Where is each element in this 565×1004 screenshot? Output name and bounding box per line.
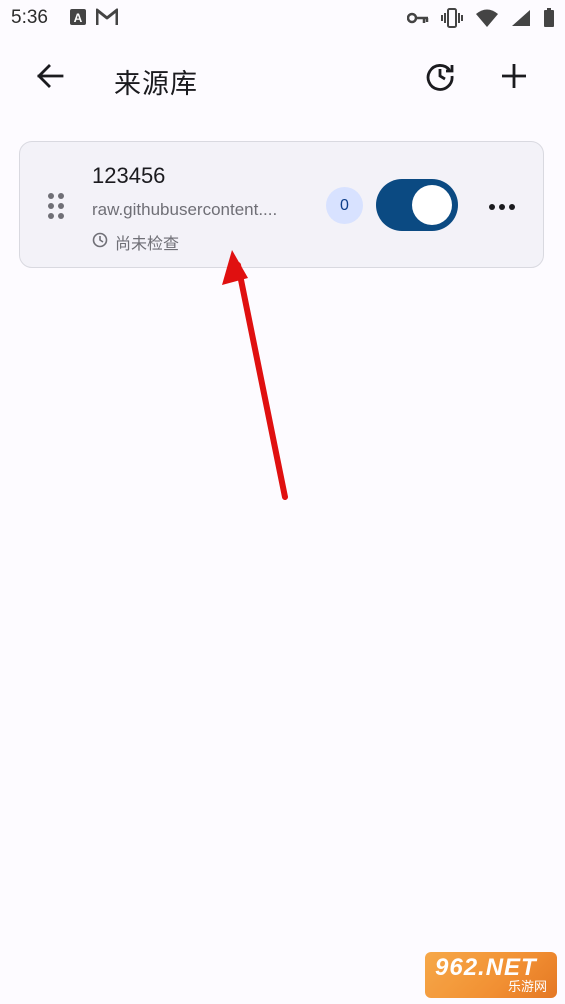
source-name: 123456 [92, 163, 166, 188]
watermark-bottom-text: 乐游网 [507, 980, 547, 995]
add-source-button[interactable] [490, 54, 538, 102]
back-button[interactable] [26, 54, 74, 102]
text-a-icon: A [70, 9, 86, 25]
page-title: 来源库 [114, 69, 198, 100]
status-left-icons: A [70, 8, 118, 26]
more-options-button[interactable] [480, 183, 524, 227]
source-status: 尚未检查 [92, 230, 179, 254]
gmail-icon [96, 8, 118, 26]
arrow-left-icon [36, 62, 64, 94]
app-bar: 来源库 [0, 40, 565, 118]
status-bar: 5:36 A [0, 0, 565, 40]
status-right-icons [407, 8, 555, 28]
history-icon [425, 61, 455, 95]
toggle-thumb [412, 185, 452, 225]
watermark-logo: 962.NET 乐游网 [425, 952, 557, 998]
key-icon [407, 11, 429, 25]
battery-icon [543, 8, 555, 28]
drag-handle-icon[interactable] [46, 192, 66, 220]
signal-icon [511, 9, 531, 27]
source-enabled-toggle[interactable] [376, 179, 458, 231]
vibrate-icon [441, 8, 463, 28]
source-url: raw.githubusercontent.... [92, 200, 278, 219]
source-status-text: 尚未检查 [115, 234, 180, 253]
svg-text:A: A [74, 11, 83, 25]
plus-icon [501, 63, 527, 93]
more-horizontal-icon [488, 196, 516, 215]
status-time: 5:36 [11, 7, 48, 28]
check-updates-button[interactable] [416, 54, 464, 102]
clock-icon [92, 232, 108, 252]
source-card[interactable]: 123456 raw.githubusercontent.... 尚未检查 0 [19, 141, 544, 268]
wifi-icon [475, 9, 499, 27]
update-count-badge: 0 [326, 187, 363, 224]
